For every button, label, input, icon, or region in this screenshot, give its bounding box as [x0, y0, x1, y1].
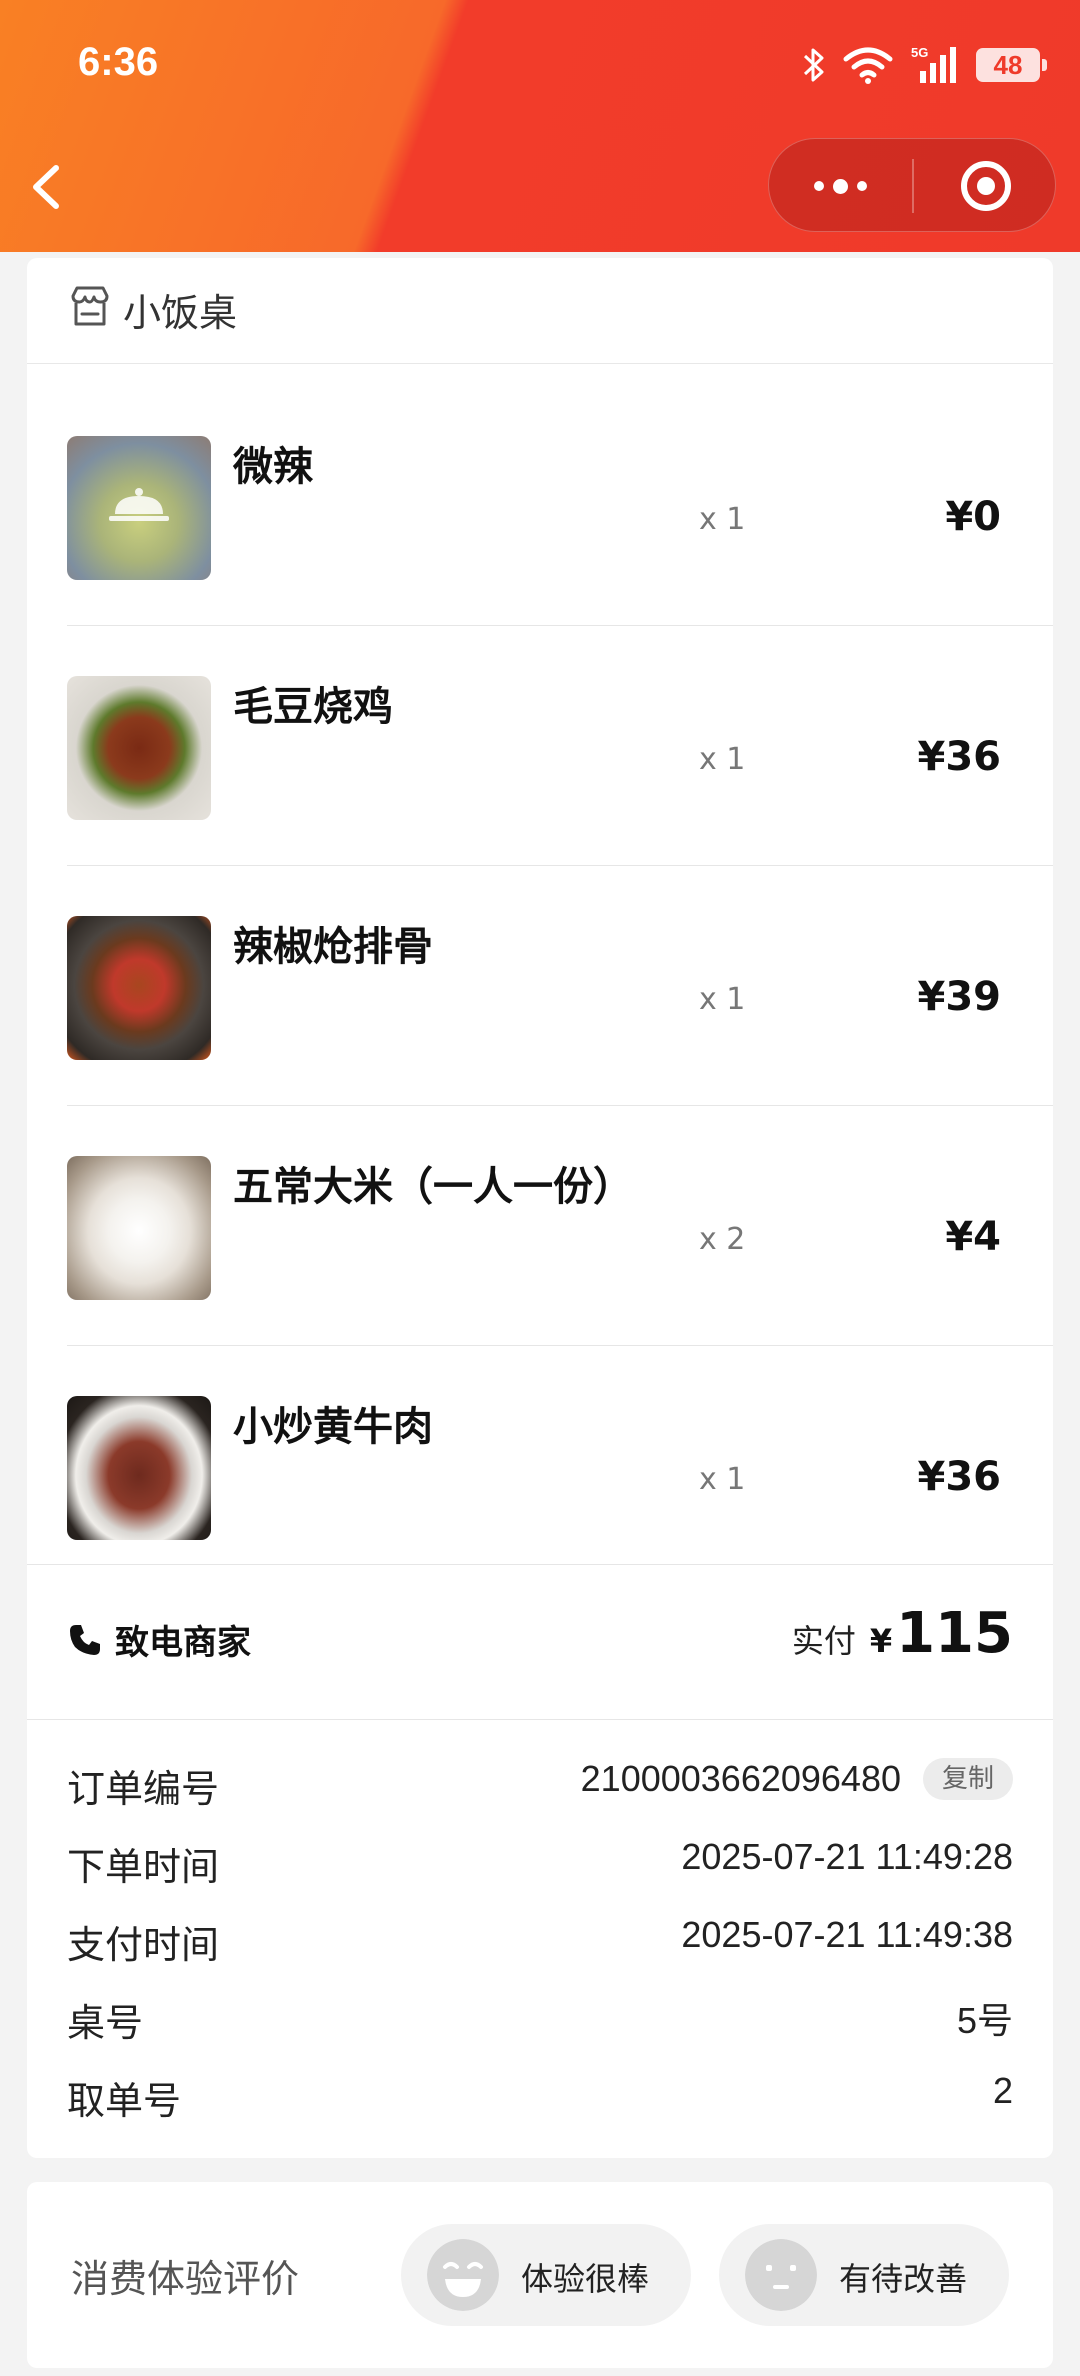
dish-price: ¥4 — [945, 1214, 1001, 1260]
pickup-number-label: 取单号 — [67, 2079, 182, 2123]
dish-image-placeholder — [67, 436, 211, 580]
paid-amount-group: 实付 ¥ 115 — [792, 1601, 1013, 1666]
rating-card: 消费体验评价 体验很棒 有待改善 — [27, 2182, 1053, 2368]
dish-image — [67, 1396, 211, 1540]
dish-quantity: x 1 — [699, 1462, 746, 1497]
paid-currency: ¥ — [869, 1622, 893, 1660]
pickup-number-value: 2 — [992, 2070, 1013, 2111]
order-number-value: 2100003662096480 — [580, 1758, 901, 1799]
order-time-label: 下单时间 — [67, 1845, 220, 1889]
rating-label: 消费体验评价 — [71, 2257, 300, 2301]
dish-image — [67, 916, 211, 1060]
shop-row[interactable]: 小饭桌 — [27, 258, 1053, 364]
battery-indicator: 48 — [976, 48, 1047, 82]
more-icon-center — [833, 178, 848, 194]
chevron-left-icon — [33, 165, 59, 209]
order-item[interactable]: 五常大米（一人一份） x 2 ¥4 — [67, 1106, 1053, 1346]
order-item[interactable]: 微辣 x 1 ¥0 — [67, 386, 1053, 626]
close-mini-program-button[interactable] — [914, 139, 1057, 233]
shop-name: 小饭桌 — [123, 291, 238, 335]
dish-name: 毛豆烧鸡 — [233, 684, 393, 730]
target-close-icon — [960, 161, 1011, 211]
dish-name: 五常大米（一人一份） — [233, 1164, 633, 1210]
copy-button[interactable]: 复制 — [923, 1758, 1013, 1800]
table-number-row: 桌号 5号 — [67, 1992, 1013, 2052]
dish-price: ¥36 — [917, 734, 1002, 780]
dish-quantity: x 2 — [699, 1222, 746, 1257]
wifi-icon — [843, 47, 893, 84]
header-bar: 6:36 5G 48 — [0, 0, 1080, 252]
more-icon — [814, 181, 824, 191]
dish-price: ¥39 — [917, 974, 1002, 1020]
rate-good-button[interactable]: 体验很棒 — [401, 2224, 691, 2326]
store-icon — [71, 286, 109, 326]
pay-time-row: 支付时间 2025-07-21 11:49:38 — [67, 1914, 1013, 1974]
pay-time-label: 支付时间 — [67, 1923, 220, 1967]
more-button[interactable] — [769, 139, 912, 233]
cloche-icon — [109, 488, 169, 521]
table-number-value: 5号 — [956, 2000, 1013, 2041]
dish-name: 微辣 — [233, 444, 313, 490]
dish-name: 小炒黄牛肉 — [233, 1404, 433, 1450]
svg-text:5G: 5G — [911, 45, 928, 60]
dish-price: ¥0 — [945, 494, 1001, 540]
order-number-label: 订单编号 — [67, 1767, 220, 1811]
more-icon-right — [857, 181, 867, 191]
pay-time-value: 2025-07-21 11:49:38 — [681, 1914, 1013, 1955]
paid-label: 实付 — [791, 1622, 856, 1660]
order-number-row: 订单编号 2100003662096480 复制 — [67, 1758, 1013, 1818]
order-time-value: 2025-07-21 11:49:28 — [681, 1836, 1013, 1877]
dish-quantity: x 1 — [699, 502, 746, 537]
dish-price: ¥36 — [917, 1454, 1002, 1500]
order-item[interactable]: 小炒黄牛肉 x 1 ¥36 — [67, 1346, 1053, 1586]
order-card: 小饭桌 微辣 x 1 ¥0 毛豆烧鸡 x 1 ¥36 辣椒炝排骨 x 1 ¥39… — [27, 258, 1053, 2158]
order-item[interactable]: 辣椒炝排骨 x 1 ¥39 — [67, 866, 1053, 1106]
phone-icon — [70, 1624, 100, 1655]
bluetooth-icon — [803, 48, 824, 82]
call-merchant-label: 致电商家 — [115, 1623, 251, 1663]
laughing-face-icon — [427, 2239, 499, 2311]
table-number-label: 桌号 — [67, 2001, 144, 2045]
dish-name: 辣椒炝排骨 — [233, 924, 433, 970]
neutral-face-icon — [745, 2239, 817, 2311]
rate-good-label: 体验很棒 — [521, 2260, 650, 2298]
order-time-row: 下单时间 2025-07-21 11:49:28 — [67, 1836, 1013, 1896]
back-button[interactable] — [22, 152, 72, 222]
call-merchant-button[interactable]: 致电商家 — [67, 1615, 251, 1664]
mini-program-capsule — [768, 138, 1056, 232]
pickup-number-row: 取单号 2 — [67, 2070, 1013, 2130]
rate-improve-label: 有待改善 — [839, 2260, 968, 2298]
status-icons: 5G 48 — [802, 40, 1047, 90]
dish-quantity: x 1 — [699, 742, 746, 777]
dish-image — [67, 1156, 211, 1300]
order-item[interactable]: 毛豆烧鸡 x 1 ¥36 — [67, 626, 1053, 866]
paid-amount: 115 — [896, 1601, 1013, 1666]
status-time: 6:36 — [78, 40, 159, 84]
signal-5g-icon: 5G — [911, 45, 956, 83]
dish-quantity: x 1 — [699, 982, 746, 1017]
payment-summary-row: 致电商家 实付 ¥ 115 — [27, 1564, 1053, 1720]
rate-improve-button[interactable]: 有待改善 — [719, 2224, 1009, 2326]
dish-image — [67, 676, 211, 820]
